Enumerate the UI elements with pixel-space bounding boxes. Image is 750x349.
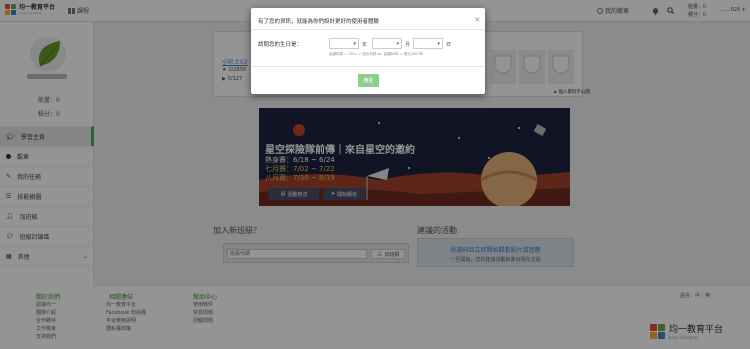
- modal-divider: [251, 29, 485, 30]
- month-select[interactable]: ▾: [372, 38, 402, 49]
- birthday-hint: 民國年齡 = 1911 = 西元年齡 ex. 民國89年 = 西元2000年: [329, 52, 424, 56]
- chevron-down-icon: ▾: [353, 40, 356, 47]
- modal-footer-divider: [251, 66, 485, 67]
- close-icon[interactable]: ×: [474, 15, 481, 24]
- year-select[interactable]: ▾: [329, 38, 359, 49]
- month-unit: 月: [405, 42, 411, 48]
- modal-title: 有了您的資訊，就能為你們設計更好的使用者體驗: [258, 19, 380, 25]
- birthday-label: 請問您的生日是：: [258, 42, 303, 48]
- year-unit: 年: [362, 42, 368, 48]
- confirm-button[interactable]: 確定: [358, 74, 379, 87]
- chevron-down-icon: ▾: [396, 40, 399, 47]
- day-unit: 日: [446, 42, 452, 48]
- chevron-down-icon: ▾: [437, 40, 440, 47]
- day-select[interactable]: ▾: [413, 38, 443, 49]
- birthday-modal: 有了您的資訊，就能為你們設計更好的使用者體驗 × 請問您的生日是： ▾ 年 ▾ …: [251, 8, 485, 94]
